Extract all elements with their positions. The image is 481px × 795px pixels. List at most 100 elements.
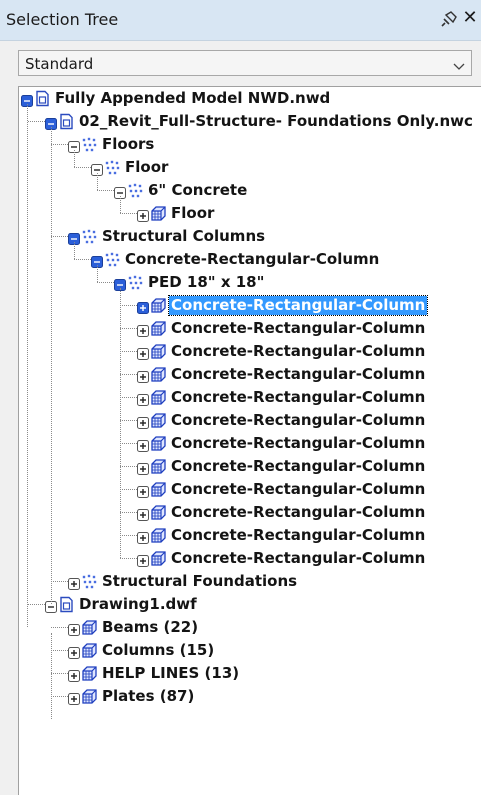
tree-node-column[interactable]: Concrete-Rectangular-Column xyxy=(19,524,481,547)
collapse-icon[interactable] xyxy=(45,115,57,130)
tree-connector xyxy=(120,420,137,421)
expand-icon[interactable] xyxy=(68,667,80,682)
selection-tree[interactable]: Fully Appended Model NWD.nwd 02_Revit_Ful… xyxy=(18,86,481,795)
tree-node-label: Concrete-Rectangular-Column xyxy=(171,480,426,498)
layer-icon xyxy=(81,228,98,245)
tree-node-label: Concrete-Rectangular-Column xyxy=(171,526,426,544)
tree-mode-select[interactable]: Standard xyxy=(18,50,472,76)
tree-node-drawing-dwf[interactable]: Drawing1.dwf xyxy=(19,593,481,616)
expand-icon[interactable] xyxy=(68,575,80,590)
chevron-down-icon xyxy=(453,57,465,70)
layer-icon xyxy=(81,136,98,153)
tree-node-beams[interactable]: Beams (22) xyxy=(19,616,481,639)
tree-connector xyxy=(51,127,52,604)
collapse-icon[interactable] xyxy=(114,276,126,291)
collapse-icon[interactable] xyxy=(91,161,103,176)
tree-node-column[interactable]: Concrete-Rectangular-Column xyxy=(19,547,481,570)
tree-connector xyxy=(74,150,75,167)
file-icon xyxy=(58,113,75,130)
tree-node-columns-dwf[interactable]: Columns (15) xyxy=(19,639,481,662)
expand-icon[interactable] xyxy=(68,644,80,659)
expand-icon[interactable] xyxy=(137,345,149,360)
expand-icon[interactable] xyxy=(137,437,149,452)
tree-connector xyxy=(51,236,68,237)
tree-connector xyxy=(51,144,68,145)
tree-node-root[interactable]: Fully Appended Model NWD.nwd xyxy=(19,87,481,110)
expand-icon[interactable] xyxy=(68,621,80,636)
tree-node-plates[interactable]: Plates (87) xyxy=(19,685,481,708)
geometry-icon xyxy=(150,320,167,337)
tree-node-label: HELP LINES (13) xyxy=(102,664,240,682)
tree-node-floor-geometry[interactable]: Floor xyxy=(19,202,481,225)
tree-node-column[interactable]: Concrete-Rectangular-Column xyxy=(19,432,481,455)
tree-connector xyxy=(51,650,68,651)
tree-connector xyxy=(120,512,137,513)
tree-node-structural-columns[interactable]: Structural Columns xyxy=(19,225,481,248)
tree-node-structural-foundations[interactable]: Structural Foundations xyxy=(19,570,481,593)
tree-node-ped[interactable]: PED 18" x 18" xyxy=(19,271,481,294)
tree-node-6in-concrete[interactable]: 6" Concrete xyxy=(19,179,481,202)
collapse-icon[interactable] xyxy=(21,92,33,107)
tree-node-label: Concrete-Rectangular-Column xyxy=(125,250,380,268)
geometry-icon xyxy=(81,619,98,636)
tree-connector xyxy=(120,374,137,375)
tree-node-label: Concrete-Rectangular-Column xyxy=(171,319,426,337)
expand-icon[interactable] xyxy=(137,483,149,498)
tree-node-column[interactable]: Concrete-Rectangular-Column xyxy=(19,409,481,432)
geometry-icon xyxy=(150,205,167,222)
collapse-icon[interactable] xyxy=(68,230,80,245)
tree-node-label: Concrete-Rectangular-Column xyxy=(171,342,426,360)
tree-node-label: Floor xyxy=(171,204,215,222)
tree-node-label: Concrete-Rectangular-Column xyxy=(171,549,426,567)
tree-node-label: Plates (87) xyxy=(102,687,195,705)
tree-connector xyxy=(120,535,137,536)
geometry-icon xyxy=(81,642,98,659)
tree-node-floors[interactable]: Floors xyxy=(19,133,481,156)
expand-icon[interactable] xyxy=(137,207,149,222)
tree-node-label: Concrete-Rectangular-Column xyxy=(171,503,426,521)
tree-node-column[interactable]: Concrete-Rectangular-Column xyxy=(19,317,481,340)
collapse-icon[interactable] xyxy=(114,184,126,199)
tree-connector xyxy=(120,328,137,329)
pin-icon[interactable] xyxy=(439,9,459,29)
tree-node-nwc[interactable]: 02_Revit_Full-Structure- Foundations Onl… xyxy=(19,110,481,133)
tree-node-label: 6" Concrete xyxy=(148,181,248,199)
layer-icon xyxy=(104,251,121,268)
geometry-icon xyxy=(150,297,167,314)
geometry-icon xyxy=(150,389,167,406)
tree-node-column[interactable]: Concrete-Rectangular-Column xyxy=(19,294,481,317)
tree-connector xyxy=(120,397,137,398)
collapse-icon[interactable] xyxy=(68,138,80,153)
tree-node-column[interactable]: Concrete-Rectangular-Column xyxy=(19,386,481,409)
expand-icon[interactable] xyxy=(137,552,149,567)
expand-icon[interactable] xyxy=(68,690,80,705)
tree-connector xyxy=(97,265,98,282)
collapse-icon[interactable] xyxy=(91,253,103,268)
expand-icon[interactable] xyxy=(137,414,149,429)
tree-node-help-lines[interactable]: HELP LINES (13) xyxy=(19,662,481,685)
panel-titlebar: Selection Tree ✕ xyxy=(0,0,481,41)
file-icon xyxy=(58,596,75,613)
tree-node-column[interactable]: Concrete-Rectangular-Column xyxy=(19,455,481,478)
tree-connector xyxy=(120,305,137,306)
tree-node-label: Structural Foundations xyxy=(102,572,298,590)
layer-icon xyxy=(127,182,144,199)
expand-icon[interactable] xyxy=(137,299,149,314)
tree-node-column[interactable]: Concrete-Rectangular-Column xyxy=(19,340,481,363)
tree-connector xyxy=(51,581,68,582)
geometry-icon xyxy=(150,366,167,383)
geometry-icon xyxy=(150,550,167,567)
tree-node-column[interactable]: Concrete-Rectangular-Column xyxy=(19,501,481,524)
expand-icon[interactable] xyxy=(137,368,149,383)
expand-icon[interactable] xyxy=(137,322,149,337)
tree-node-column[interactable]: Concrete-Rectangular-Column xyxy=(19,478,481,501)
geometry-icon xyxy=(150,343,167,360)
tree-connector xyxy=(74,259,91,260)
tree-node-column[interactable]: Concrete-Rectangular-Column xyxy=(19,363,481,386)
expand-icon[interactable] xyxy=(137,460,149,475)
tree-node-label: Concrete-Rectangular-Column xyxy=(167,295,429,316)
expand-icon[interactable] xyxy=(137,529,149,544)
expand-icon[interactable] xyxy=(137,391,149,406)
close-icon[interactable]: ✕ xyxy=(460,7,480,29)
expand-icon[interactable] xyxy=(137,506,149,521)
